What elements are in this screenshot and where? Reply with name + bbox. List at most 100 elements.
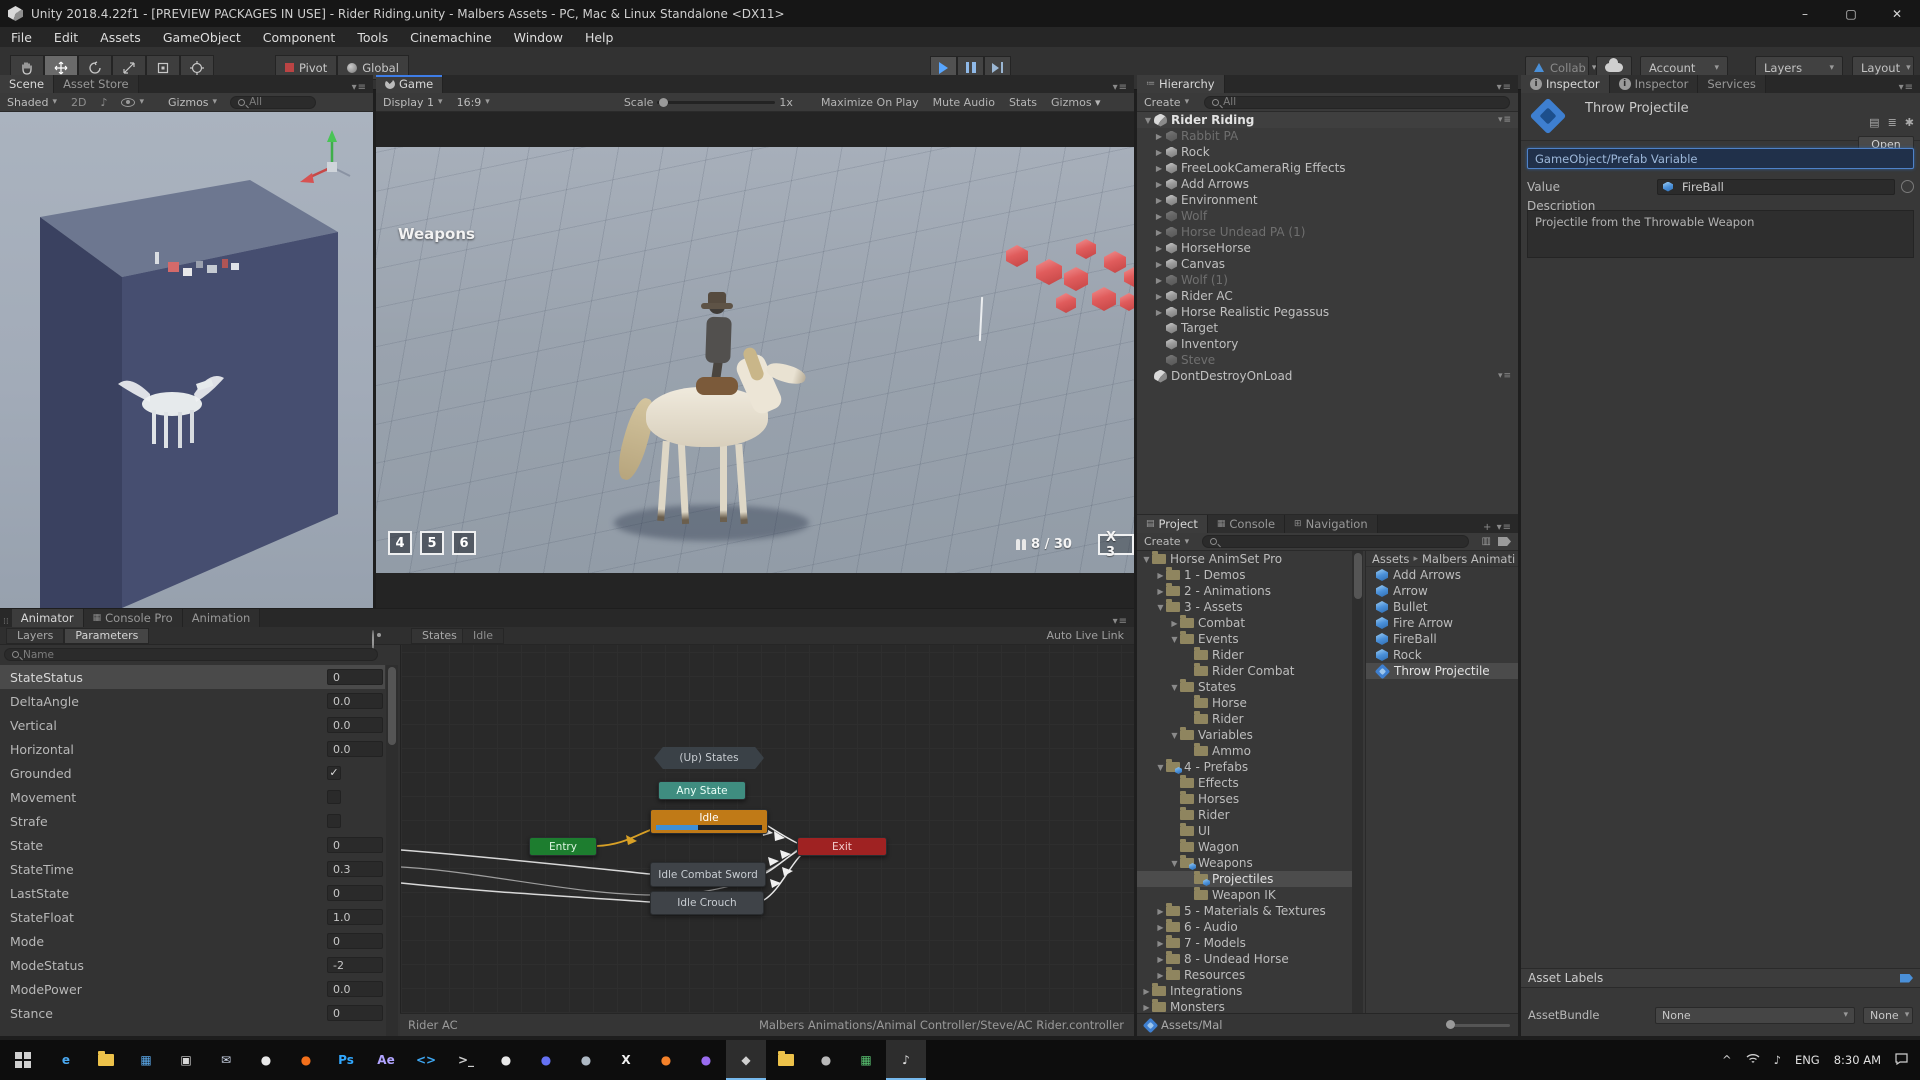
scene-viewport[interactable]: [0, 112, 373, 608]
taskbar-unity-editor-icon[interactable]: ◆: [726, 1040, 766, 1080]
tree-row[interactable]: Horses: [1137, 791, 1352, 807]
game-toolbar-mute-audio[interactable]: Mute Audio: [926, 96, 1002, 109]
project-create-dropdown[interactable]: Create▾: [1137, 533, 1196, 550]
parameter-scrollbar[interactable]: [386, 665, 398, 1036]
project-tree-scrollbar[interactable]: [1352, 551, 1363, 1013]
parameter-search-input[interactable]: Name: [4, 648, 378, 661]
chevron-right-icon[interactable]: ▶: [1153, 180, 1165, 189]
assetbundle-variant-dropdown[interactable]: None▾: [1863, 1007, 1913, 1024]
tab-hierarchy[interactable]: ≔ Hierarchy: [1137, 75, 1225, 93]
asset-labels-bar[interactable]: Asset Labels: [1521, 968, 1920, 988]
disclosure-arrow-icon[interactable]: ▶: [1141, 987, 1152, 996]
game-toolbar-gizmos[interactable]: Gizmos ▾: [1044, 96, 1108, 109]
taskbar-after-effects-icon[interactable]: Ae: [366, 1040, 406, 1080]
file-row[interactable]: Throw Projectile: [1366, 663, 1518, 679]
disclosure-arrow-icon[interactable]: ▼: [1141, 555, 1152, 564]
param-row[interactable]: StateTime0.3: [0, 857, 385, 881]
chevron-right-icon[interactable]: ▶: [1153, 228, 1165, 237]
taskbar-photoshop-icon[interactable]: Ps: [326, 1040, 366, 1080]
param-row[interactable]: ModePower0.0: [0, 977, 385, 1001]
menu-cinemachine[interactable]: Cinemachine: [399, 28, 503, 47]
label-tag-icon[interactable]: [1900, 974, 1913, 983]
project-search-input[interactable]: [1202, 535, 1468, 548]
hierarchy-row[interactable]: ▶HorseHorse: [1137, 240, 1518, 256]
scene-menu-icon[interactable]: ▾≡: [1498, 371, 1512, 381]
taskbar-file-explorer-icon[interactable]: [86, 1040, 126, 1080]
hierarchy-row[interactable]: ▶Rock: [1137, 144, 1518, 160]
param-checkbox[interactable]: ✓: [327, 766, 341, 780]
project-panel-menu-icon[interactable]: + ▾≡: [1483, 522, 1518, 533]
notification-icon[interactable]: [1895, 1053, 1908, 1068]
object-picker-icon[interactable]: [1901, 180, 1914, 193]
chevron-right-icon[interactable]: ▶: [1153, 292, 1165, 301]
state-node-up_states[interactable]: (Up) States: [654, 747, 764, 769]
hierarchy-row[interactable]: ▶Wolf (1): [1137, 272, 1518, 288]
scene-menu-icon[interactable]: ▾≡: [1498, 115, 1512, 125]
tree-row[interactable]: ▼Variables: [1137, 727, 1352, 743]
taskbar-photos-icon[interactable]: ▦: [126, 1040, 166, 1080]
animator-panel-menu-icon[interactable]: ▾≡: [1113, 616, 1134, 627]
taskbar-app-purple-icon[interactable]: ●: [686, 1040, 726, 1080]
menu-component[interactable]: Component: [252, 28, 347, 47]
help-icon[interactable]: ▤: [1869, 116, 1879, 129]
disclosure-arrow-icon[interactable]: ▼: [1169, 683, 1180, 692]
scene-gizmos-dropdown[interactable]: Gizmos▾: [161, 94, 224, 111]
taskbar-blender-icon[interactable]: ●: [646, 1040, 686, 1080]
taskbar-steam-icon[interactable]: ●: [566, 1040, 606, 1080]
tree-row[interactable]: ▶Monsters: [1137, 999, 1352, 1013]
param-value-field[interactable]: -2: [327, 957, 383, 973]
taskbar-recorder-icon[interactable]: ●: [806, 1040, 846, 1080]
state-node-any_state[interactable]: Any State: [658, 781, 746, 800]
tab-services[interactable]: Services: [1698, 75, 1766, 93]
auto-live-link-button[interactable]: Auto Live Link: [1046, 629, 1124, 642]
tab-animator[interactable]: Animator: [12, 609, 84, 627]
scene-audio-toggle-icon[interactable]: ♪: [93, 94, 114, 111]
hierarchy-row[interactable]: ▶Horse Undead PA (1): [1137, 224, 1518, 240]
chevron-right-icon[interactable]: ▶: [1153, 276, 1165, 285]
game-toolbar-maximize-on-play[interactable]: Maximize On Play: [814, 96, 926, 109]
taskbar-mail-icon[interactable]: ✉: [206, 1040, 246, 1080]
param-value-field[interactable]: 0.0: [327, 717, 383, 733]
hierarchy-row[interactable]: ▶Environment: [1137, 192, 1518, 208]
display-dropdown[interactable]: Display 1▾: [376, 94, 450, 111]
disclosure-arrow-icon[interactable]: ▼: [1155, 763, 1166, 772]
param-row[interactable]: Grounded✓: [0, 761, 385, 785]
param-row[interactable]: Mode0: [0, 929, 385, 953]
tree-row[interactable]: ▶6 - Audio: [1137, 919, 1352, 935]
disclosure-arrow-icon[interactable]: ▼: [1155, 603, 1166, 612]
hierarchy-row[interactable]: ▶Horse Realistic Pegassus: [1137, 304, 1518, 320]
tree-row[interactable]: ▶8 - Undead Horse: [1137, 951, 1352, 967]
tree-row[interactable]: ▼States: [1137, 679, 1352, 695]
file-row[interactable]: Fire Arrow: [1366, 615, 1518, 631]
chevron-right-icon[interactable]: ▶: [1153, 164, 1165, 173]
tree-row[interactable]: Horse: [1137, 695, 1352, 711]
inspector-panel-menu-icon[interactable]: ▾≡: [1899, 82, 1920, 93]
taskbar-discord-icon[interactable]: ●: [526, 1040, 566, 1080]
breadcrumb-states[interactable]: States: [411, 628, 468, 644]
tree-row[interactable]: Weapon IK: [1137, 887, 1352, 903]
taskbar-terminal-icon[interactable]: >_: [446, 1040, 486, 1080]
scene-panel-menu-icon[interactable]: ▾≡: [352, 82, 373, 93]
param-value-field[interactable]: 0.0: [327, 693, 383, 709]
menu-window[interactable]: Window: [503, 28, 574, 47]
taskbar-volume-mixer-icon[interactable]: ♪: [886, 1040, 926, 1080]
tree-row[interactable]: Effects: [1137, 775, 1352, 791]
hierarchy-row[interactable]: ▶Rabbit PA: [1137, 128, 1518, 144]
chevron-right-icon[interactable]: ▶: [1153, 196, 1165, 205]
tab-inspector[interactable]: i Inspector: [1521, 75, 1610, 93]
disclosure-arrow-icon[interactable]: ▼: [1169, 731, 1180, 740]
close-button[interactable]: ✕: [1874, 0, 1920, 27]
thumbnail-zoom-slider[interactable]: [1446, 1024, 1510, 1027]
tree-row[interactable]: UI: [1137, 823, 1352, 839]
tree-row[interactable]: ▶Resources: [1137, 967, 1352, 983]
chevron-right-icon[interactable]: ▶: [1153, 148, 1165, 157]
gear-icon[interactable]: ✱: [1905, 116, 1914, 129]
param-row[interactable]: Strafe: [0, 809, 385, 833]
param-row[interactable]: State0: [0, 833, 385, 857]
breadcrumb-current[interactable]: Malbers Animati: [1422, 552, 1515, 566]
presets-icon[interactable]: ≣: [1888, 116, 1897, 129]
param-row[interactable]: LastState0: [0, 881, 385, 905]
hierarchy-row[interactable]: Steve: [1137, 352, 1518, 368]
param-row[interactable]: DeltaAngle0.0: [0, 689, 385, 713]
hierarchy-row[interactable]: ▶Wolf: [1137, 208, 1518, 224]
